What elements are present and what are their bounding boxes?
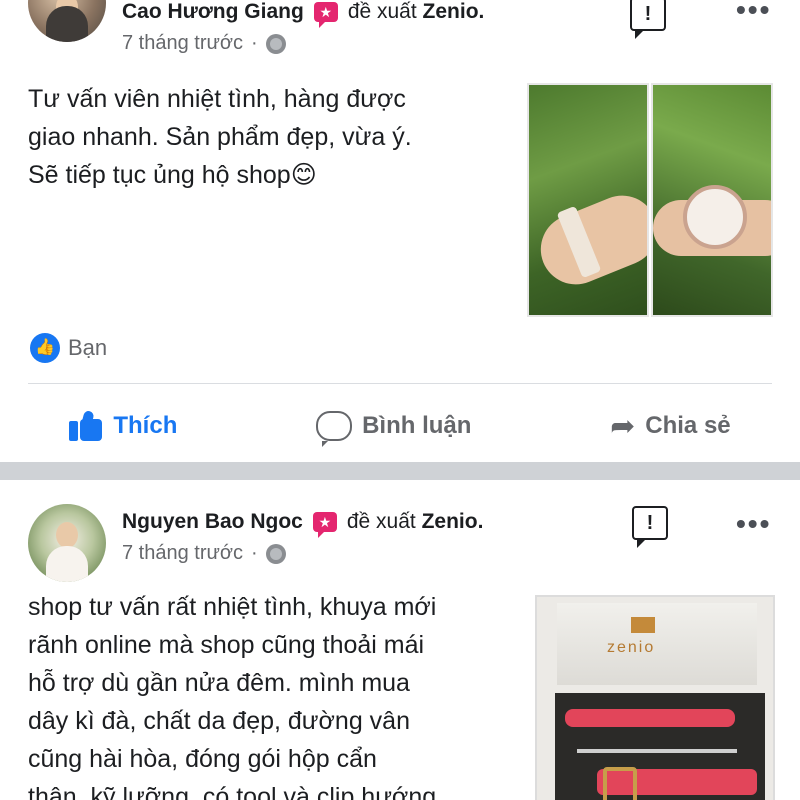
post-photo[interactable]: zenio [535, 595, 775, 800]
post-header: Nguyen Bao Ngoc ★ đề xuất Zenio. [122, 510, 484, 538]
recommend-text: đề xuất [347, 0, 417, 23]
avatar-body [46, 546, 88, 582]
post-text-line: giao nhanh. Sản phẩm đẹp, vừa ý. [28, 123, 412, 151]
share-icon: ➦ [610, 409, 636, 443]
comment-icon [316, 411, 353, 447]
share-label: Chia sẻ [645, 412, 731, 439]
post-text-line: dây kì đà, chất da đẹp, đường vân [28, 707, 410, 735]
report-icon[interactable]: ! [632, 506, 668, 548]
report-icon[interactable]: ! [630, 0, 666, 39]
reactions-summary[interactable]: 👍 Bạn [30, 333, 107, 363]
photo-arm [530, 185, 647, 295]
like-label: Thích [113, 412, 178, 439]
avatar[interactable] [28, 0, 106, 42]
photo-brand-text: zenio [607, 639, 656, 656]
photo-strap [565, 709, 735, 727]
post-text-line: shop tư vấn rất nhiệt tình, khuya mới [28, 593, 437, 621]
author-name[interactable]: Nguyen Bao Ngoc [122, 510, 303, 534]
avatar-face [56, 522, 78, 548]
recommend-icon: ★ [313, 2, 338, 28]
post-text-line: cũng hài hòa, đóng gói hộp cẩn [28, 745, 377, 773]
author-name[interactable]: Cao Hương Giang [122, 0, 304, 24]
meta-separator: · [251, 32, 258, 54]
post-header: Cao Hương Giang ★ đề xuất Zenio. [122, 0, 485, 28]
photo-buckle [603, 767, 637, 800]
photo-tool [577, 749, 737, 753]
more-icon[interactable]: ••• [736, 508, 771, 540]
post-text-line: thận, kỹ lưỡng, có tool và clip hướng [28, 783, 437, 800]
action-bar: Thích Bình luận ➦ Chia sẻ [0, 398, 800, 454]
post-card: Nguyen Bao Ngoc ★ đề xuất Zenio. 7 tháng… [0, 480, 800, 800]
meta-separator: · [251, 542, 258, 564]
post-meta: 7 tháng trước · [122, 542, 286, 565]
like-icon [69, 409, 103, 441]
post-time[interactable]: 7 tháng trước [122, 32, 243, 55]
page-name[interactable]: Zenio. [423, 0, 485, 23]
post-text-line: Sẽ tiếp tục ủng hộ shop😊 [28, 161, 317, 189]
post-separator [0, 462, 800, 480]
comment-button[interactable]: Bình luận [316, 411, 472, 447]
photo-box-lid [557, 603, 757, 685]
post-text: shop tư vấn rất nhiệt tình, khuya mới rã… [28, 588, 518, 800]
like-reaction-icon: 👍 [30, 333, 60, 363]
post-text-line: hỗ trợ dù gần nửa đêm. mình mua [28, 669, 410, 697]
recommend-text: đề xuất [346, 510, 416, 533]
photo-watch-face [683, 185, 747, 249]
recommend-icon: ★ [312, 512, 337, 538]
post-photo[interactable] [527, 83, 649, 317]
divider [28, 383, 772, 384]
reactions-label: Bạn [68, 335, 108, 360]
globe-icon [265, 543, 286, 564]
post-text-line: Tư vấn viên nhiệt tình, hàng được [28, 85, 406, 113]
comment-label: Bình luận [362, 412, 472, 439]
globe-icon [265, 33, 286, 54]
share-button[interactable]: ➦ Chia sẻ [610, 409, 731, 444]
like-button[interactable]: Thích [69, 409, 178, 441]
post-card: Cao Hương Giang ★ đề xuất Zenio. 7 tháng… [0, 0, 800, 462]
post-time[interactable]: 7 tháng trước [122, 542, 243, 565]
photo-logo [631, 617, 655, 633]
avatar-body [46, 6, 88, 42]
avatar[interactable] [28, 504, 106, 582]
post-text-line: rãnh online mà shop cũng thoải mái [28, 631, 425, 659]
more-icon[interactable]: ••• [736, 0, 771, 26]
post-text: Tư vấn viên nhiệt tình, hàng được giao n… [28, 80, 498, 194]
page-name[interactable]: Zenio. [422, 510, 484, 533]
post-photo[interactable] [651, 83, 773, 317]
post-meta: 7 tháng trước · [122, 32, 286, 55]
